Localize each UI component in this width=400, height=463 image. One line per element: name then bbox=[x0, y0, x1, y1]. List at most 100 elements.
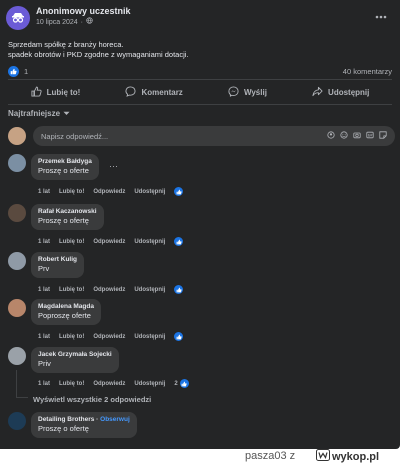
emoji-icon[interactable] bbox=[340, 131, 348, 141]
reaction-count[interactable]: 1 bbox=[24, 67, 28, 76]
post-header: Anonimowy uczestnik 10 lipca 2024 · bbox=[6, 6, 131, 30]
comment-reply-link[interactable]: Odpowiedz bbox=[93, 334, 125, 340]
comment-more-icon[interactable]: ··· bbox=[109, 161, 118, 171]
commenter-avatar[interactable] bbox=[8, 299, 26, 317]
view-replies-link[interactable]: Wyświetl wszystkie 2 odpowiedzi bbox=[33, 395, 151, 404]
like-reaction-icon[interactable] bbox=[179, 379, 189, 388]
anonymous-avatar-icon[interactable] bbox=[6, 6, 30, 30]
comment-reply-link[interactable]: Odpowiedz bbox=[93, 239, 125, 245]
comment-time[interactable]: 1 lat bbox=[38, 287, 50, 293]
comment-like-link[interactable]: Lubię to! bbox=[59, 334, 84, 340]
comment-count[interactable]: 40 komentarzy bbox=[343, 67, 392, 76]
post-card: Anonimowy uczestnik 10 lipca 2024 · Sprz… bbox=[0, 0, 400, 449]
watermark-separator: z bbox=[289, 450, 296, 462]
comment-text: Proszę o oferte bbox=[38, 166, 89, 175]
like-reaction-icon[interactable] bbox=[174, 237, 184, 246]
reply-placeholder: Napisz odpowiedź... bbox=[41, 131, 109, 141]
watermark-user: pasza03 z bbox=[245, 449, 295, 463]
post-text-line: Sprzedam spółkę z branży horeca. bbox=[8, 40, 124, 49]
like-reaction-icon[interactable] bbox=[174, 332, 184, 341]
comment-item: Robert Kulig Prv 1 lat Lubię to! Odpowie… bbox=[8, 252, 388, 294]
sort-label: Najtrafniejsze bbox=[8, 109, 61, 118]
thumbs-up-icon bbox=[31, 86, 42, 99]
commenter-avatar[interactable] bbox=[8, 204, 26, 222]
comment-text: Poproszę oferte bbox=[38, 311, 91, 320]
comment-text: Proszę o ofertę bbox=[38, 424, 89, 433]
reply-input[interactable]: Napisz odpowiedź... bbox=[33, 126, 395, 146]
reaction-summary: 1 40 komentarzy bbox=[8, 66, 392, 77]
comment-reply-link[interactable]: Odpowiedz bbox=[93, 189, 125, 195]
comment-like-link[interactable]: Lubię to! bbox=[59, 381, 84, 387]
comment-bubble-icon bbox=[125, 85, 137, 99]
thread-line bbox=[16, 397, 28, 398]
commenter-avatar[interactable] bbox=[8, 347, 26, 365]
comment-share-link[interactable]: Udostępnij bbox=[134, 381, 165, 387]
comment-time[interactable]: 1 lat bbox=[38, 189, 50, 195]
comment-time[interactable]: 1 lat bbox=[38, 239, 50, 245]
post-actions: Lubię to! Komentarz Wyślij Udostępnij bbox=[8, 80, 392, 104]
comment-button[interactable]: Komentarz bbox=[125, 85, 183, 99]
like-reaction-icon[interactable] bbox=[174, 187, 184, 196]
comment-actions: 1 lat Lubię to! Odpowiedz Udostępnij bbox=[38, 285, 192, 294]
comment-reply-link[interactable]: Odpowiedz bbox=[93, 381, 125, 387]
comment-reply-link[interactable]: Odpowiedz bbox=[93, 287, 125, 293]
commenter-avatar[interactable] bbox=[8, 412, 26, 430]
commenter-avatar[interactable] bbox=[8, 252, 26, 270]
commenter-name[interactable]: Jacek Grzymała Sojecki bbox=[38, 350, 112, 359]
globe-icon bbox=[86, 17, 93, 28]
post-body: Sprzedam spółkę z branży horeca. spadek … bbox=[8, 40, 189, 60]
comment-actions: 1 lat Lubię to! Odpowiedz Udostępnij bbox=[38, 187, 192, 196]
avatar-sticker-icon[interactable] bbox=[327, 131, 335, 141]
share-label: Udostępnij bbox=[328, 87, 370, 97]
comment-actions: 1 lat Lubię to! Odpowiedz Udostępnij 2 bbox=[38, 379, 198, 388]
comment-item: Magdalena Magda Poproszę oferte 1 lat Lu… bbox=[8, 299, 388, 341]
comment-bubble: Jacek Grzymała Sojecki Priv bbox=[31, 347, 119, 373]
like-button[interactable]: Lubię to! bbox=[31, 86, 80, 99]
camera-icon[interactable] bbox=[353, 131, 361, 141]
more-options-icon[interactable] bbox=[373, 9, 389, 25]
comment-item: Jacek Grzymała Sojecki Priv 1 lat Lubię … bbox=[8, 347, 388, 392]
comment-bubble: Detailing Brothers · Obserwuj Proszę o o… bbox=[31, 412, 137, 438]
like-reaction-icon[interactable] bbox=[174, 285, 184, 294]
follow-button[interactable]: Obserwuj bbox=[100, 416, 130, 423]
comment-share-link[interactable]: Udostępnij bbox=[134, 189, 165, 195]
date-separator: · bbox=[80, 18, 83, 26]
comment-share-link[interactable]: Udostępnij bbox=[134, 334, 165, 340]
comment-bubble: Rafał Kaczanowski Proszę o ofertę bbox=[31, 204, 104, 230]
post-date[interactable]: 10 lipca 2024 bbox=[36, 18, 78, 28]
sticker-icon[interactable] bbox=[379, 131, 387, 141]
chevron-down-icon bbox=[63, 109, 70, 118]
messenger-icon bbox=[228, 85, 239, 99]
comment-time[interactable]: 1 lat bbox=[38, 334, 50, 340]
reply-composer: Napisz odpowiedź... bbox=[8, 126, 395, 146]
watermark-site: wykop.pl bbox=[332, 451, 380, 463]
sort-dropdown[interactable]: Najtrafniejsze bbox=[8, 109, 70, 118]
commenter-name[interactable]: Magdalena Magda bbox=[38, 302, 94, 311]
comment-time[interactable]: 1 lat bbox=[38, 381, 50, 387]
comment-actions: 1 lat Lubię to! Odpowiedz Udostępnij bbox=[38, 332, 192, 341]
user-avatar[interactable] bbox=[8, 127, 26, 145]
like-reaction-icon[interactable] bbox=[8, 66, 19, 77]
wykop-logo: wykop.pl bbox=[316, 449, 379, 463]
divider bbox=[8, 104, 392, 105]
comment-actions: 1 lat Lubię to! Odpowiedz Udostępnij bbox=[38, 237, 192, 246]
share-arrow-icon bbox=[312, 86, 323, 99]
comment-like-link[interactable]: Lubię to! bbox=[59, 287, 84, 293]
commenter-avatar[interactable] bbox=[8, 154, 26, 172]
comment-item: Detailing Brothers · Obserwuj Proszę o o… bbox=[8, 412, 388, 448]
commenter-name[interactable]: Rafał Kaczanowski bbox=[38, 207, 97, 216]
comment-text: Priv bbox=[38, 359, 51, 368]
send-button[interactable]: Wyślij bbox=[228, 85, 267, 99]
post-author[interactable]: Anonimowy uczestnik bbox=[36, 6, 131, 17]
comment-share-link[interactable]: Udostępnij bbox=[134, 287, 165, 293]
comment-like-count[interactable]: 2 bbox=[174, 381, 177, 387]
commenter-name[interactable]: Detailing Brothers bbox=[38, 416, 94, 423]
commenter-name[interactable]: Przemek Bałdyga bbox=[38, 157, 92, 166]
comment-text: Proszę o ofertę bbox=[38, 216, 89, 225]
gif-icon[interactable] bbox=[366, 131, 374, 141]
commenter-name[interactable]: Robert Kulig bbox=[38, 255, 77, 264]
comment-like-link[interactable]: Lubię to! bbox=[59, 189, 84, 195]
share-button[interactable]: Udostępnij bbox=[312, 86, 369, 99]
comment-like-link[interactable]: Lubię to! bbox=[59, 239, 84, 245]
comment-share-link[interactable]: Udostępnij bbox=[134, 239, 165, 245]
